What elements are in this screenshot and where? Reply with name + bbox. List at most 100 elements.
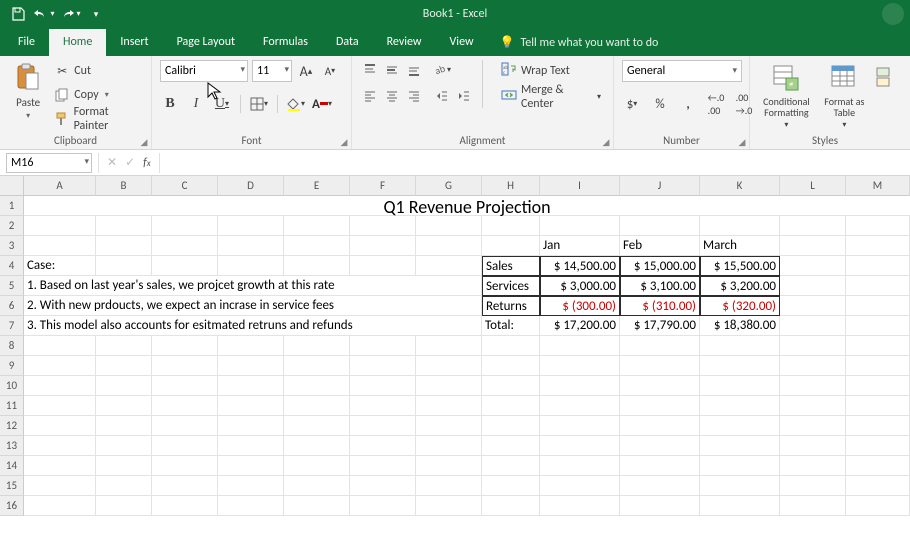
paste-button[interactable]: Paste ▾ <box>8 60 48 121</box>
col-header[interactable]: A <box>24 176 96 196</box>
name-box[interactable]: M16▾ <box>6 153 92 173</box>
decrease-indent-button[interactable] <box>432 86 452 106</box>
font-dialog-launcher[interactable]: ◢ <box>339 137 349 147</box>
italic-button[interactable]: I <box>186 94 206 114</box>
underline-button[interactable]: U▾ <box>212 94 232 114</box>
cell[interactable]: $ 3,000.00 <box>540 276 620 296</box>
col-header[interactable]: B <box>96 176 152 196</box>
col-header[interactable]: J <box>620 176 700 196</box>
copy-button[interactable]: Copy▾ <box>54 84 143 106</box>
row-header[interactable]: 1 <box>0 196 24 216</box>
row-header[interactable]: 9 <box>0 356 24 376</box>
row-header[interactable]: 8 <box>0 336 24 356</box>
increase-font-button[interactable]: A▴ <box>296 61 316 81</box>
col-header[interactable]: E <box>284 176 350 196</box>
cell[interactable]: 3. This model also accounts for esitmate… <box>24 316 482 336</box>
cell[interactable]: $ 18,380.00 <box>700 316 780 336</box>
col-header[interactable]: D <box>218 176 284 196</box>
cell[interactable]: Case: <box>24 256 96 276</box>
save-icon[interactable] <box>6 2 30 26</box>
borders-button[interactable]: ▾ <box>249 94 269 114</box>
row-header[interactable]: 11 <box>0 396 24 416</box>
increase-decimal-button[interactable]: ←.0.00 <box>706 94 726 114</box>
cell[interactable]: $ (310.00) <box>620 296 700 316</box>
cell[interactable]: March <box>700 236 780 256</box>
fill-color-button[interactable]: ▾ <box>286 94 306 114</box>
tab-data[interactable]: Data <box>322 29 373 56</box>
col-header[interactable]: K <box>700 176 780 196</box>
col-header[interactable]: I <box>540 176 620 196</box>
cell-styles-button[interactable] <box>874 60 892 94</box>
cell[interactable]: $ 15,500.00 <box>700 256 780 276</box>
font-size-combo[interactable]: 11▾ <box>252 60 292 82</box>
col-header[interactable]: G <box>416 176 482 196</box>
row-header[interactable]: 4 <box>0 256 24 276</box>
tab-view[interactable]: View <box>436 29 488 56</box>
tell-me-search[interactable]: 💡 Tell me what you want to do <box>488 29 671 56</box>
cell[interactable]: $ 14,500.00 <box>540 256 620 276</box>
cell[interactable]: $ (320.00) <box>700 296 780 316</box>
cell[interactable]: 1. Based on last year's sales, we projce… <box>24 276 482 296</box>
col-header[interactable]: H <box>482 176 540 196</box>
cell[interactable]: Sales <box>482 256 540 276</box>
wrap-text-button[interactable]: abcWrap Text <box>497 60 605 82</box>
redo-icon[interactable]: ▾ <box>58 2 82 26</box>
tab-file[interactable]: File <box>4 29 49 56</box>
align-bottom-button[interactable] <box>404 60 424 80</box>
orientation-button[interactable]: ab▾ <box>432 60 452 80</box>
row-header[interactable]: 16 <box>0 496 24 516</box>
row-header[interactable]: 7 <box>0 316 24 336</box>
comma-format-button[interactable]: , <box>678 94 698 114</box>
tab-page-layout[interactable]: Page Layout <box>163 29 249 56</box>
number-format-combo[interactable]: General▾ <box>622 60 742 82</box>
align-top-button[interactable] <box>360 60 380 80</box>
align-left-button[interactable] <box>360 86 380 106</box>
font-name-combo[interactable]: Calibri▾ <box>160 60 248 82</box>
cell[interactable]: Total: <box>482 316 540 336</box>
row-header[interactable]: 14 <box>0 456 24 476</box>
cell[interactable]: $ 3,100.00 <box>620 276 700 296</box>
select-all-corner[interactable] <box>0 176 24 196</box>
font-color-button[interactable]: A▾ <box>312 94 332 114</box>
accounting-format-button[interactable]: $▾ <box>622 94 642 114</box>
align-center-button[interactable] <box>382 86 402 106</box>
increase-indent-button[interactable] <box>454 86 474 106</box>
merge-center-button[interactable]: Merge & Center▾ <box>497 86 605 108</box>
format-painter-button[interactable]: Format Painter <box>54 108 143 130</box>
cell[interactable]: $ 17,200.00 <box>540 316 620 336</box>
formula-input[interactable] <box>159 153 910 173</box>
enter-formula-icon[interactable]: ✓ <box>125 155 135 170</box>
align-right-button[interactable] <box>404 86 424 106</box>
row-header[interactable]: 12 <box>0 416 24 436</box>
qat-customize-icon[interactable]: ▾ <box>84 2 108 26</box>
format-as-table-button[interactable]: Format as Table▾ <box>821 60 868 130</box>
row-header[interactable]: 10 <box>0 376 24 396</box>
col-header[interactable]: C <box>152 176 218 196</box>
tab-formulas[interactable]: Formulas <box>249 29 322 56</box>
clipboard-dialog-launcher[interactable]: ◢ <box>139 137 149 147</box>
bold-button[interactable]: B <box>160 94 180 114</box>
align-middle-button[interactable] <box>382 60 402 80</box>
row-header[interactable]: 2 <box>0 216 24 236</box>
cancel-formula-icon[interactable]: ✕ <box>107 155 117 170</box>
fx-icon[interactable]: fx <box>143 156 151 170</box>
col-header[interactable]: L <box>780 176 846 196</box>
tab-review[interactable]: Review <box>373 29 436 56</box>
cell[interactable]: $ (300.00) <box>540 296 620 316</box>
cell[interactable]: 2. With new prdoucts, we expect an incra… <box>24 296 482 316</box>
conditional-formatting-button[interactable]: ≠ Conditional Formatting▾ <box>758 60 815 130</box>
title-cell[interactable]: Q1 Revenue Projection <box>24 196 910 218</box>
cell[interactable]: Feb <box>620 236 700 256</box>
cell[interactable]: $ 15,000.00 <box>620 256 700 276</box>
percent-format-button[interactable]: % <box>650 94 670 114</box>
number-dialog-launcher[interactable]: ◢ <box>737 137 747 147</box>
account-avatar[interactable] <box>882 3 904 25</box>
cut-button[interactable]: ✂Cut <box>54 60 143 82</box>
cell[interactable]: Jan <box>540 236 620 256</box>
col-header[interactable]: F <box>350 176 416 196</box>
row-header[interactable]: 3 <box>0 236 24 256</box>
alignment-dialog-launcher[interactable]: ◢ <box>601 137 611 147</box>
cell[interactable]: Services <box>482 276 540 296</box>
decrease-font-button[interactable]: A▾ <box>320 61 340 81</box>
cell[interactable]: $ 3,200.00 <box>700 276 780 296</box>
